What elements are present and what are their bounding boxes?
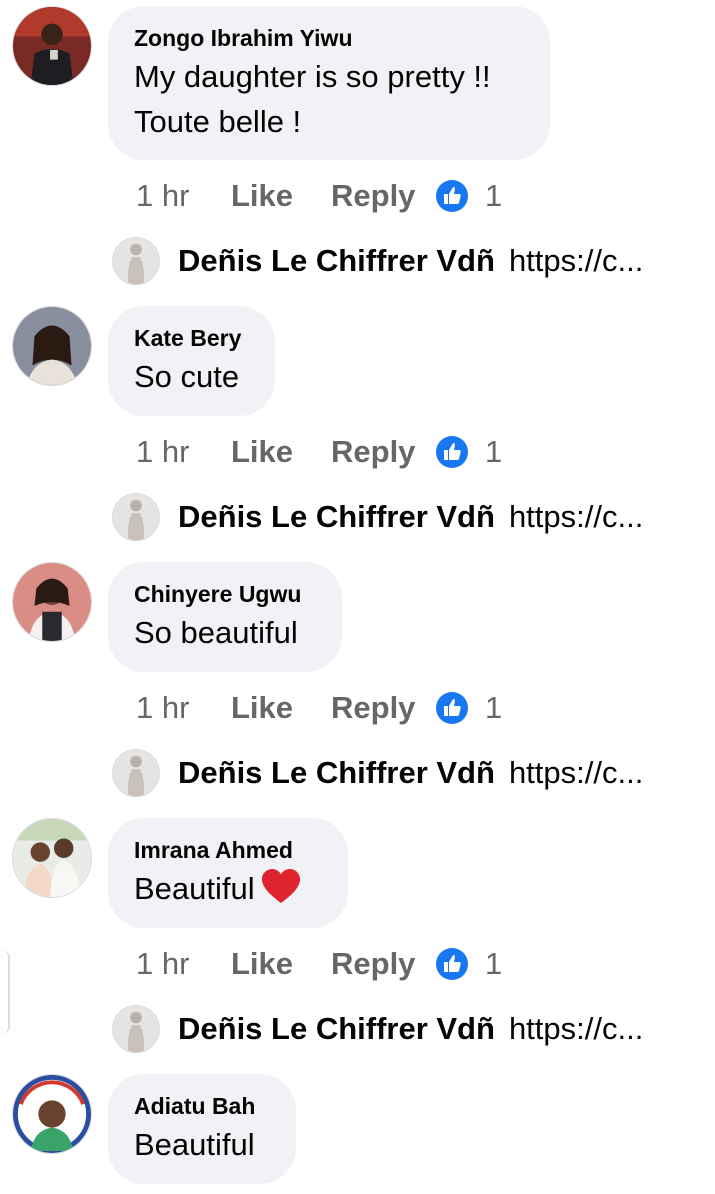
comment-actions: 1 hr Like Reply 1 [136, 176, 502, 216]
reply-preview[interactable]: Deñis Le Chiffrer Vdñ https://c... [112, 236, 643, 286]
comment-author[interactable]: Kate Bery [134, 324, 247, 352]
comment-item: Adiatu Bah Beautiful [0, 1074, 715, 1194]
comment-bubble: Zongo Ibrahim Yiwu My daughter is so pre… [108, 6, 550, 160]
like-button[interactable]: Like [231, 946, 331, 982]
reply-preview[interactable]: Deñis Le Chiffrer Vdñ https://c... [112, 748, 643, 798]
avatar[interactable] [12, 6, 92, 86]
comment-author[interactable]: Chinyere Ugwu [134, 580, 314, 608]
reply-author[interactable]: Deñis Le Chiffrer Vdñ [178, 1011, 495, 1047]
comment-actions: 1 hr Like Reply 1 [136, 944, 502, 984]
avatar[interactable] [12, 818, 92, 898]
like-button[interactable]: Like [231, 434, 331, 470]
comment-bubble: Chinyere Ugwu So beautiful [108, 562, 342, 672]
comment-text-line: So cute [134, 359, 240, 394]
comment-timestamp[interactable]: 1 hr [136, 946, 231, 982]
comment-item: Chinyere Ugwu So beautiful 1 hr Like Rep… [0, 562, 715, 818]
comment-timestamp[interactable]: 1 hr [136, 690, 231, 726]
comment-author[interactable]: Imrana Ahmed [134, 836, 320, 864]
reply-button[interactable]: Reply [331, 690, 435, 726]
reply-text: https://c... [508, 755, 644, 790]
comment-item: Imrana Ahmed Beautiful 1 hr Like Reply 1… [0, 818, 715, 1074]
comment-text: Beautiful [134, 866, 320, 911]
comment-text: So beautiful [134, 610, 314, 655]
reply-author[interactable]: Deñis Le Chiffrer Vdñ [178, 243, 495, 279]
comment-text-line: Beautiful [134, 866, 320, 911]
red-heart-icon [261, 869, 301, 905]
comment-actions: 1 hr Like Reply 1 [136, 432, 502, 472]
comment-bubble: Imrana Ahmed Beautiful [108, 818, 348, 928]
reply-avatar[interactable] [112, 749, 160, 797]
comment-text: Beautiful [134, 1122, 268, 1167]
reply-avatar[interactable] [112, 1005, 160, 1053]
like-button[interactable]: Like [231, 178, 331, 214]
reaction-count[interactable]: 1 [485, 946, 502, 982]
comment-item: Kate Bery So cute 1 hr Like Reply 1 Deñi… [0, 306, 715, 562]
reaction-count[interactable]: 1 [485, 434, 502, 470]
like-reaction-icon[interactable] [435, 179, 469, 213]
comment-text: My daughter is so pretty !! Toute belle … [134, 54, 522, 144]
reaction-count[interactable]: 1 [485, 690, 502, 726]
scroll-edge-indicator [0, 950, 10, 1034]
comment-text-line: Beautiful [134, 1127, 255, 1162]
comment-text-line: Toute belle ! [134, 104, 302, 139]
comment-bubble: Kate Bery So cute [108, 306, 275, 416]
avatar[interactable] [12, 562, 92, 642]
reply-button[interactable]: Reply [331, 178, 435, 214]
comment-timestamp[interactable]: 1 hr [136, 178, 231, 214]
comment-actions: 1 hr Like Reply 1 [136, 688, 502, 728]
reply-text: https://c... [508, 499, 644, 534]
reply-button[interactable]: Reply [331, 434, 435, 470]
comment-item: Zongo Ibrahim Yiwu My daughter is so pre… [0, 6, 715, 285]
comment-text-line: So beautiful [134, 615, 298, 650]
reply-preview[interactable]: Deñis Le Chiffrer Vdñ https://c... [112, 1004, 643, 1054]
like-reaction-icon[interactable] [435, 947, 469, 981]
comment-author[interactable]: Adiatu Bah [134, 1092, 268, 1120]
comment-text-line: My daughter is so pretty !! [134, 59, 491, 94]
avatar[interactable] [12, 306, 92, 386]
reply-author[interactable]: Deñis Le Chiffrer Vdñ [178, 499, 495, 535]
like-reaction-icon[interactable] [435, 435, 469, 469]
reply-text: https://c... [508, 1011, 644, 1046]
comment-text-words: Beautiful [134, 871, 255, 906]
reply-avatar[interactable] [112, 237, 160, 285]
like-reaction-icon[interactable] [435, 691, 469, 725]
reply-button[interactable]: Reply [331, 946, 435, 982]
reply-author[interactable]: Deñis Le Chiffrer Vdñ [178, 755, 495, 791]
comment-author[interactable]: Zongo Ibrahim Yiwu [134, 24, 522, 52]
comment-timestamp[interactable]: 1 hr [136, 434, 231, 470]
comment-text: So cute [134, 354, 247, 399]
comment-bubble: Adiatu Bah Beautiful [108, 1074, 296, 1184]
reply-preview[interactable]: Deñis Le Chiffrer Vdñ https://c... [112, 492, 643, 542]
reply-avatar[interactable] [112, 493, 160, 541]
like-button[interactable]: Like [231, 690, 331, 726]
reply-text: https://c... [508, 243, 644, 278]
avatar[interactable] [12, 1074, 92, 1154]
reaction-count[interactable]: 1 [485, 178, 502, 214]
